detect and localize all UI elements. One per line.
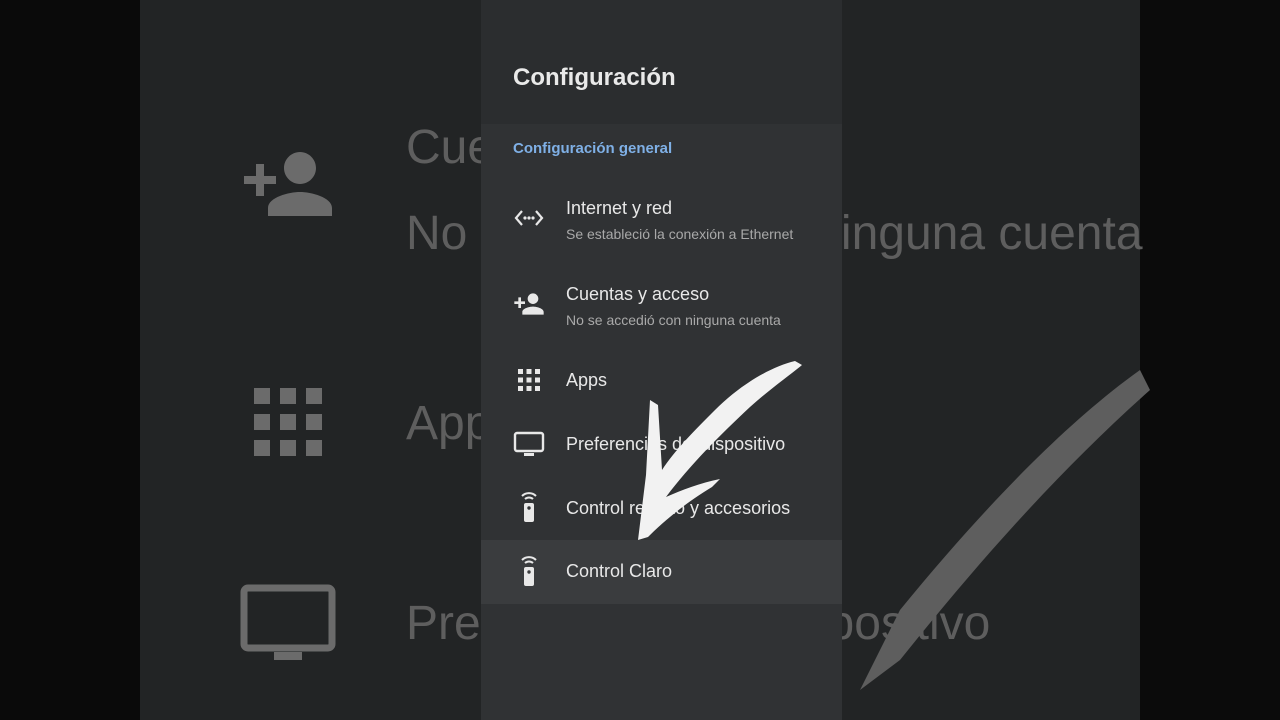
settings-panel: Configuración Configuración general Inte… xyxy=(481,0,842,720)
menu-item-title: Preferencias del dispositivo xyxy=(566,434,786,454)
menu-item-subtitle: No se accedió con ninguna cuenta xyxy=(566,312,781,328)
background-edge-left xyxy=(0,0,140,720)
menu-item-accounts[interactable]: Cuentas y acceso No se accedió con ningu… xyxy=(481,270,842,356)
menu-item-title: Control Claro xyxy=(566,561,673,581)
menu-item-title: Internet y red xyxy=(566,198,673,218)
apps-grid-icon xyxy=(513,364,545,396)
menu-item-apps[interactable]: Apps xyxy=(481,356,842,420)
page-title: Configuración xyxy=(513,64,676,91)
background-edge-right xyxy=(1140,0,1280,720)
menu-item-title: Control remoto y accesorios xyxy=(566,498,791,518)
menu-item-title: Cuentas y acceso xyxy=(566,284,710,304)
section-label: Configuración general xyxy=(513,140,673,157)
remote-icon xyxy=(513,554,545,586)
settings-header: Configuración xyxy=(481,0,842,124)
network-icon xyxy=(513,202,545,234)
menu-item-remote-accessories[interactable]: Control remoto y accesorios xyxy=(481,484,842,540)
menu-item-internet[interactable]: Internet y red Se estableció la conexión… xyxy=(481,184,842,270)
menu-item-title: Apps xyxy=(566,370,608,390)
menu-item-control-claro[interactable]: Control Claro xyxy=(481,540,842,604)
background-apps-grid-icon xyxy=(254,388,322,461)
tv-icon xyxy=(513,428,545,460)
add-person-icon xyxy=(513,288,545,320)
menu-item-subtitle: Se estableció la conexión a Ethernet xyxy=(566,226,794,242)
background-brush-stroke xyxy=(860,370,1150,690)
menu-item-device-preferences[interactable]: Preferencias del dispositivo xyxy=(481,420,842,484)
background-tv-icon xyxy=(240,584,336,669)
background-add-person-icon xyxy=(240,148,336,225)
remote-icon xyxy=(513,490,545,522)
